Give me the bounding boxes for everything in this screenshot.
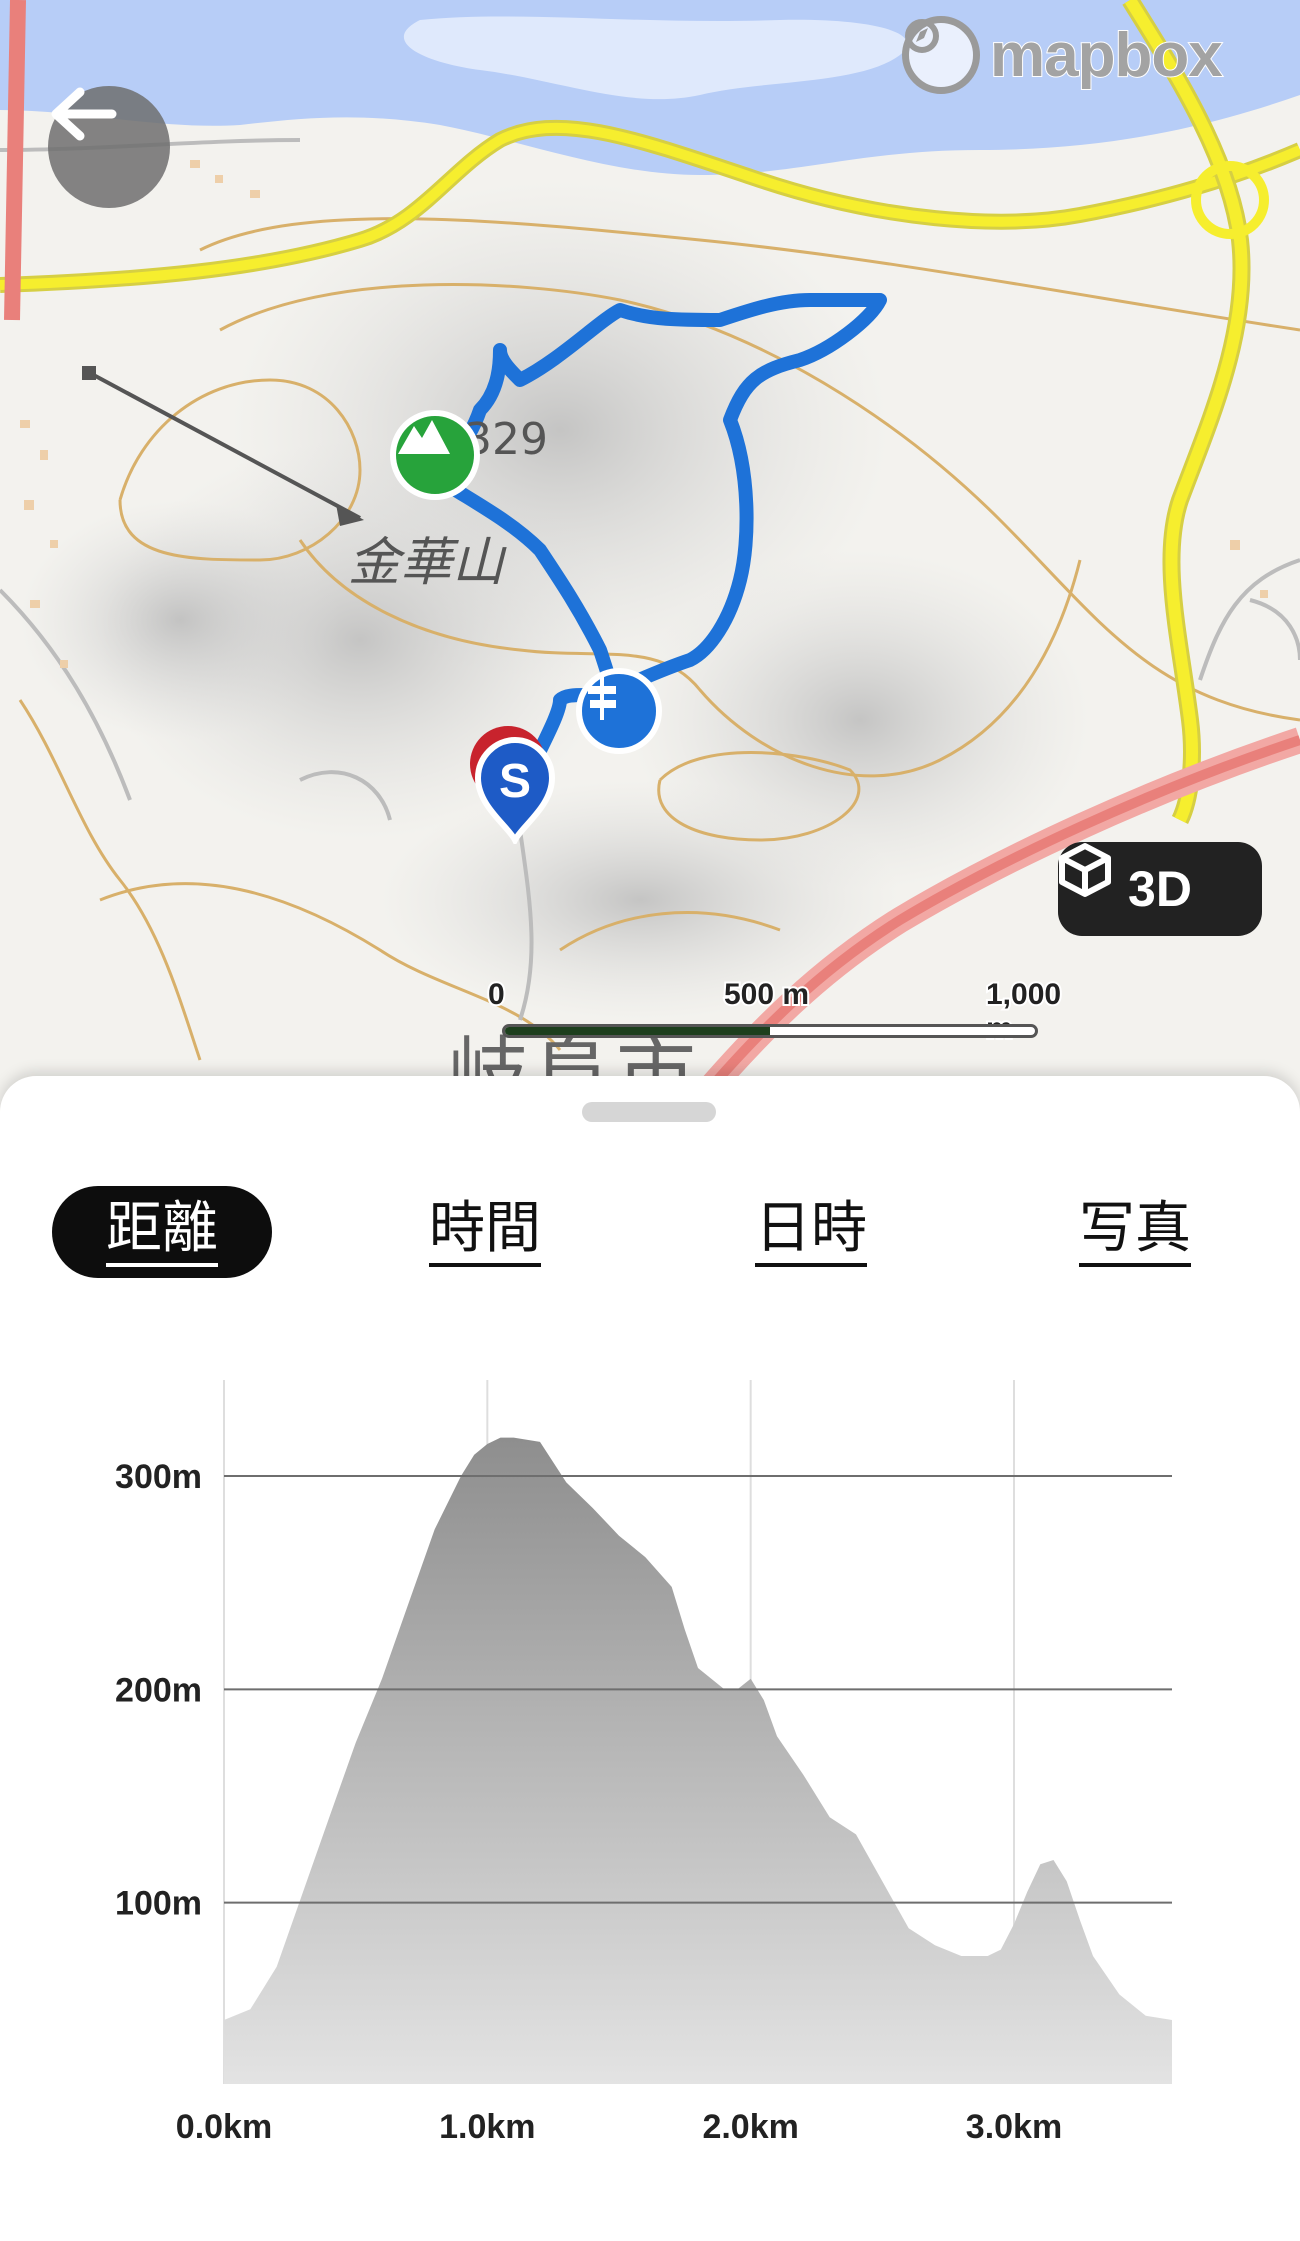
scale-bar-track xyxy=(502,1024,1038,1038)
tab-datetime[interactable]: 日時 xyxy=(706,1186,916,1278)
tab-datetime-label: 日時 xyxy=(755,1196,867,1268)
y-tick-label: 300m xyxy=(115,1458,202,1496)
elevation-tabs: 距離 時間 日時 写真 xyxy=(0,1186,1300,1286)
x-tick-label: 1.0km xyxy=(439,2108,535,2146)
x-tick-label: 0.0km xyxy=(176,2108,272,2146)
mapbox-logo-text: mapbox xyxy=(989,20,1224,91)
y-tick-label: 100m xyxy=(115,1885,202,1923)
signpost-marker[interactable] xyxy=(576,668,662,754)
tab-photos-label: 写真 xyxy=(1079,1196,1191,1268)
tab-distance-label: 距離 xyxy=(106,1196,218,1268)
scale-label-mid: 500 m xyxy=(722,976,811,1013)
mountain-icon xyxy=(398,420,450,454)
y-tick-label: 200m xyxy=(115,1671,202,1709)
tab-time[interactable]: 時間 xyxy=(380,1186,590,1278)
mountain-name-label: 金華山 xyxy=(348,533,505,593)
summit-marker[interactable] xyxy=(390,410,480,500)
chart-x-tick-labels: 0.0km 1.0km 2.0km 3.0km xyxy=(176,2108,1062,2146)
start-marker-label: S xyxy=(498,755,531,808)
sheet-drag-handle[interactable] xyxy=(582,1102,716,1122)
x-tick-label: 2.0km xyxy=(702,2108,798,2146)
tab-time-label: 時間 xyxy=(429,1196,541,1268)
scale-bar: 0 500 m 1,000 m xyxy=(480,976,1063,1047)
scale-bar-fill xyxy=(505,1027,770,1035)
arrow-left-icon xyxy=(51,87,117,141)
mapbox-logo-icon xyxy=(902,16,980,94)
elevation-chart[interactable]: 100m 200m 300m 0.0km 1.0km 2.0km 3.0km xyxy=(0,1360,1300,2190)
view-3d-label: 3D xyxy=(1128,861,1192,917)
tab-photos[interactable]: 写真 xyxy=(1030,1186,1240,1278)
mapbox-logo[interactable]: mapbox xyxy=(902,16,1224,94)
scale-label-zero: 0 xyxy=(486,976,507,1013)
back-button[interactable] xyxy=(48,86,170,208)
chart-y-tick-labels: 100m 200m 300m xyxy=(115,1458,202,1923)
tab-distance[interactable]: 距離 xyxy=(52,1186,272,1278)
cube-icon xyxy=(1059,843,1111,897)
x-tick-label: 3.0km xyxy=(966,2108,1062,2146)
elevation-area xyxy=(224,1437,1172,2084)
signpost-icon xyxy=(588,676,616,720)
start-marker[interactable]: S xyxy=(470,726,560,844)
view-3d-button[interactable]: 3D xyxy=(1058,842,1262,936)
map-view[interactable]: 329 金華山 岐阜市 S mapbox 3D 0 500 m 1,000 xyxy=(0,0,1300,1120)
map-canvas[interactable] xyxy=(0,0,1300,1120)
